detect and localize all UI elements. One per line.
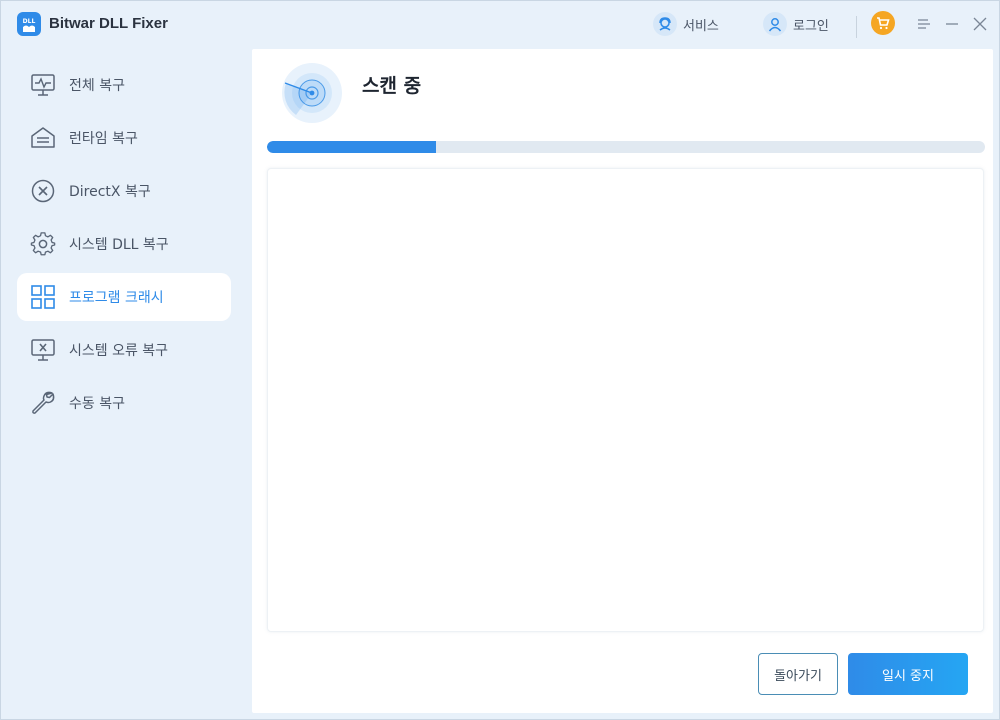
- scan-progress-bar: [267, 141, 985, 153]
- user-icon: [763, 12, 787, 36]
- sidebar-item-label: 전체 복구: [69, 78, 125, 94]
- sidebar: 전체 복구 런타임 복구 DirectX 복구 시스템 DLL 복구 프로그램 …: [1, 47, 251, 719]
- title-bar: DLL Bitwar DLL Fixer 서비스 로그인: [1, 1, 999, 47]
- sidebar-item-program-crash[interactable]: 프로그램 크래시: [17, 273, 231, 321]
- cart-icon: [877, 17, 890, 30]
- login-label: 로그인: [793, 18, 829, 34]
- pause-button[interactable]: 일시 중지: [848, 653, 968, 695]
- monitor-pulse-icon: [29, 71, 57, 99]
- sidebar-item-label: 프로그램 크래시: [69, 290, 164, 306]
- scan-progress-fill: [267, 141, 436, 153]
- circle-x-icon: [29, 177, 57, 205]
- minimize-icon: [946, 23, 958, 25]
- sidebar-item-system-dll-repair[interactable]: 시스템 DLL 복구: [17, 220, 231, 268]
- close-icon: [973, 17, 987, 31]
- cart-button[interactable]: [871, 11, 895, 35]
- titlebar-divider: [856, 16, 857, 38]
- home-list-icon: [29, 124, 57, 152]
- page-title: 스캔 중: [362, 75, 422, 97]
- sidebar-item-label: 런타임 복구: [69, 131, 138, 147]
- support-agent-icon: [653, 12, 677, 36]
- main-panel: 스캔 중 돌아가기 일시 중지: [252, 49, 993, 713]
- monitor-x-icon: [29, 336, 57, 364]
- menu-button[interactable]: [913, 13, 935, 35]
- grid-icon: [29, 283, 57, 311]
- app-window: DLL Bitwar DLL Fixer 서비스 로그인 전체 복구 런타임 복…: [0, 0, 1000, 720]
- minimize-button[interactable]: [941, 13, 963, 35]
- sidebar-item-label: 시스템 DLL 복구: [69, 237, 169, 253]
- app-logo-icon: DLL: [17, 12, 41, 36]
- gear-icon: [29, 230, 57, 258]
- wrench-icon: [29, 389, 57, 417]
- sidebar-item-label: 수동 복구: [69, 396, 125, 412]
- sidebar-item-directx-repair[interactable]: DirectX 복구: [17, 167, 231, 215]
- radar-scan-icon: [280, 61, 344, 125]
- login-link[interactable]: 로그인: [763, 12, 829, 36]
- sidebar-item-label: 시스템 오류 복구: [69, 343, 169, 359]
- svg-text:DLL: DLL: [23, 18, 36, 25]
- service-label: 서비스: [683, 18, 719, 34]
- sidebar-item-manual-repair[interactable]: 수동 복구: [17, 379, 231, 427]
- sidebar-item-label: DirectX 복구: [69, 184, 151, 200]
- back-button[interactable]: 돌아가기: [758, 653, 838, 695]
- close-button[interactable]: [969, 13, 991, 35]
- menu-icon: [918, 19, 930, 29]
- app-title: Bitwar DLL Fixer: [49, 15, 168, 32]
- sidebar-item-runtime-repair[interactable]: 런타임 복구: [17, 114, 231, 162]
- sidebar-item-system-error-repair[interactable]: 시스템 오류 복구: [17, 326, 231, 374]
- service-link[interactable]: 서비스: [653, 12, 719, 36]
- sidebar-item-full-repair[interactable]: 전체 복구: [17, 61, 231, 109]
- scan-results-panel: [267, 168, 984, 632]
